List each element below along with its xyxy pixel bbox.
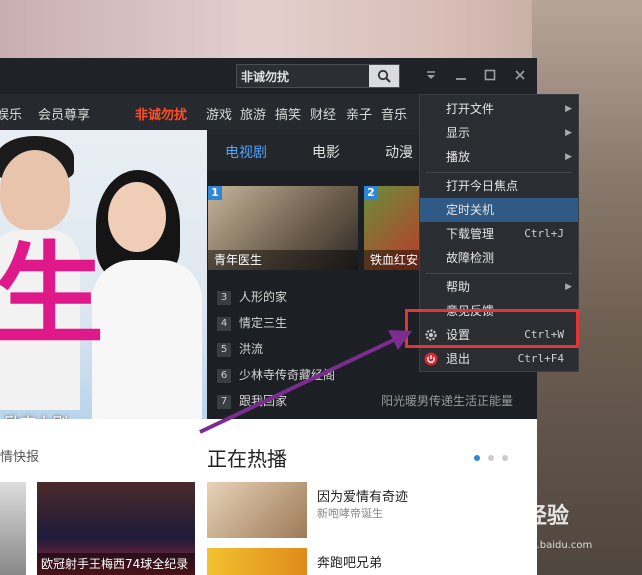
watermark-logo: Bai 经验 [478,504,569,529]
watermark-url: jingyan.baidu.com [500,540,593,551]
annotation-arrow [199,330,412,434]
